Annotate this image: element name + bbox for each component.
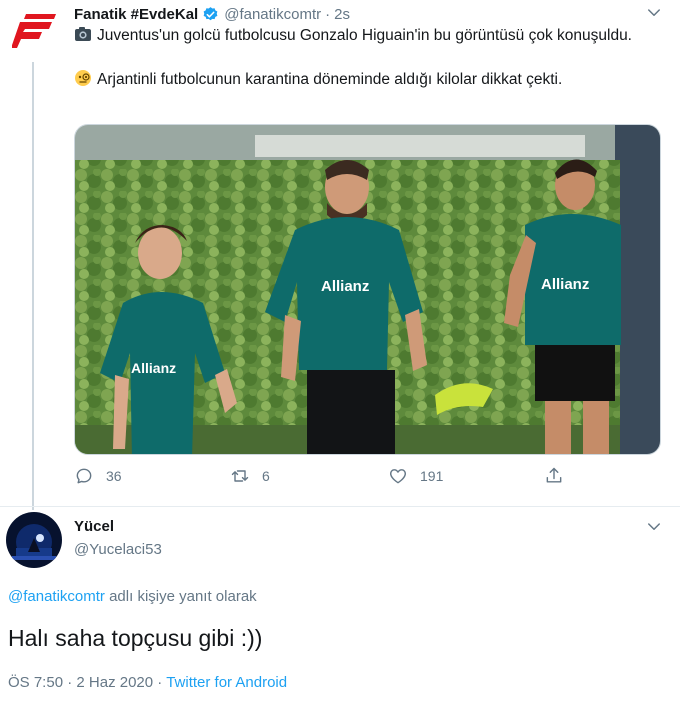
reply-meta: ÖS 7:50 · 2 Haz 2020 · Twitter for Andro…: [8, 674, 287, 691]
svg-text:Allianz: Allianz: [321, 278, 369, 295]
reply-author-avatar[interactable]: [6, 512, 62, 568]
camera-emoji-icon: [75, 27, 91, 41]
fanatik-logo-avatar[interactable]: [12, 8, 56, 52]
svg-text:Allianz: Allianz: [541, 276, 589, 293]
reply-text: Halı saha topçusu gibi :)): [8, 625, 263, 651]
thread-line: [32, 62, 34, 510]
tweet-photo[interactable]: Allianz Allianz Allianz: [74, 124, 661, 455]
reply-to-suffix: adlı kişiye yanıt olarak: [104, 588, 257, 605]
replying-to: @fanatikcomtr adlı kişiye yanıt olarak: [8, 588, 257, 605]
source-link[interactable]: Twitter for Android: [166, 674, 287, 691]
header-separator: ·: [325, 5, 331, 23]
reply-icon: [76, 468, 92, 484]
tweet-line-2: Arjantinli futbolcunun karantina dönemin…: [97, 71, 563, 88]
meta-separator-2: ·: [157, 674, 163, 691]
photo-three-footballers: Allianz Allianz Allianz: [75, 125, 660, 454]
chevron-down-icon[interactable]: [645, 4, 663, 22]
like-count: 191: [420, 468, 444, 484]
svg-text:Allianz: Allianz: [131, 360, 176, 376]
tweet-actions: 36 6 191: [74, 466, 574, 490]
avatar-night-scene: [6, 512, 62, 568]
tweet-divider: [0, 506, 680, 507]
meta-separator-1: ·: [67, 674, 73, 691]
author-name[interactable]: Fanatik #EvdeKal: [74, 6, 198, 23]
tweet-line-1: Juventus'un golcü futbolcusu Gonzalo Hig…: [97, 27, 632, 44]
retweet-button[interactable]: 6: [230, 466, 270, 486]
fanatik-f-logo-icon: [12, 14, 56, 48]
tweet-header: Fanatik #EvdeKal @fanatikcomtr · 2s: [74, 4, 350, 24]
reply-button[interactable]: 36: [74, 466, 122, 486]
tweet-time[interactable]: 2s: [334, 6, 350, 23]
reply-count: 36: [106, 468, 122, 484]
monocle-face-emoji-icon: [75, 70, 91, 86]
verified-badge-icon: [202, 6, 219, 23]
like-button[interactable]: 191: [388, 466, 443, 486]
retweet-icon: [231, 470, 249, 482]
reply-time[interactable]: ÖS 7:50: [8, 674, 63, 691]
retweet-count: 6: [262, 468, 270, 484]
reply-author-name[interactable]: Yücel: [74, 518, 114, 535]
reply-author-handle[interactable]: @Yucelaci53: [74, 541, 162, 558]
reply-date[interactable]: 2 Haz 2020: [76, 674, 153, 691]
tweet[interactable]: Fanatik #EvdeKal @fanatikcomtr · 2s Juve…: [0, 0, 680, 510]
share-button[interactable]: [544, 466, 576, 486]
share-icon: [546, 467, 562, 483]
chevron-down-icon[interactable]: [645, 518, 663, 536]
heart-icon: [390, 469, 406, 484]
reply-to-mention-link[interactable]: @fanatikcomtr: [8, 588, 105, 605]
tweet-text: Juventus'un golcü futbolcusu Gonzalo Hig…: [74, 25, 649, 91]
author-handle[interactable]: @fanatikcomtr: [224, 6, 321, 23]
